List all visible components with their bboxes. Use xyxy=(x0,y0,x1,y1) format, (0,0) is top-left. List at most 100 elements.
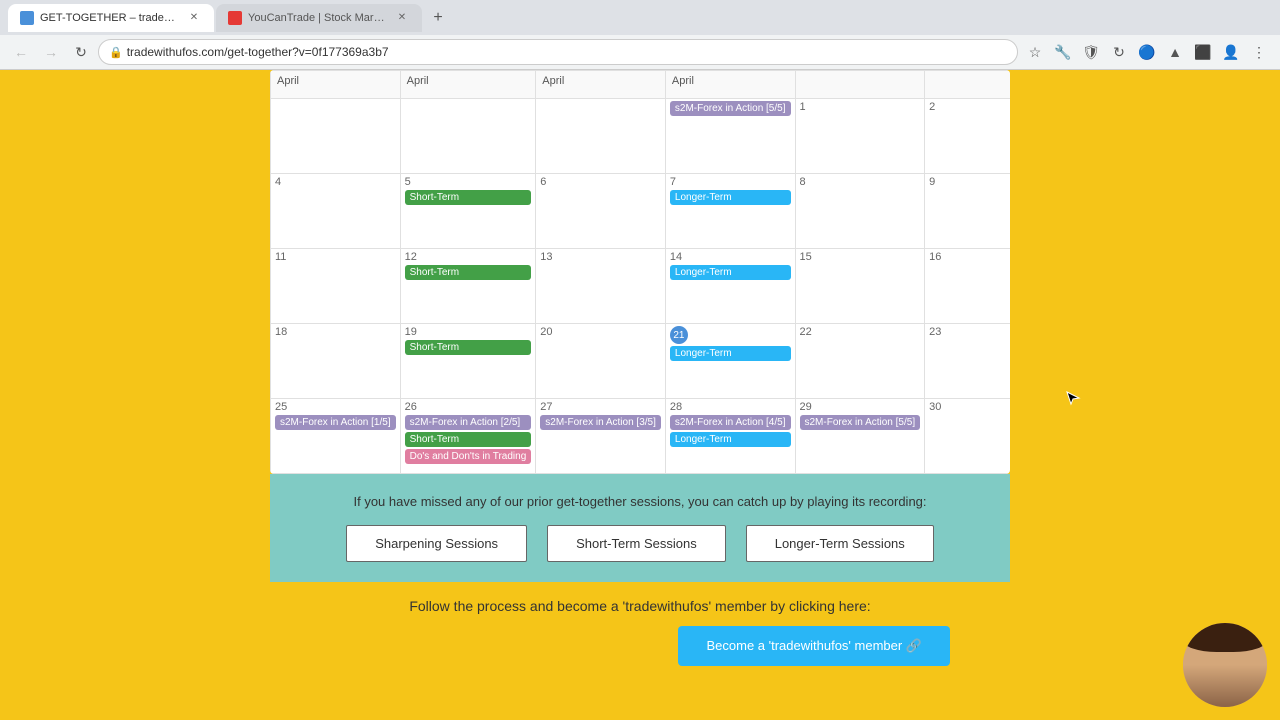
calendar-event-forex[interactable]: s2M-Forex in Action [3/5] xyxy=(540,415,661,430)
extension-icon-2[interactable]: 🛡 xyxy=(1078,39,1104,65)
calendar-cell-0-4: 1 xyxy=(795,99,925,174)
menu-icon[interactable]: ⋮ xyxy=(1246,39,1272,65)
extension-icon-5[interactable]: ▲ xyxy=(1162,39,1188,65)
calendar-cell-0-1 xyxy=(400,99,536,174)
day-number: 8 xyxy=(800,176,921,188)
day-number: 29 xyxy=(800,401,921,413)
avatar-face xyxy=(1183,623,1267,707)
calendar-week-4: 25 s2M-Forex in Action [1/5] 26 s2M-Forex i… xyxy=(271,399,1011,474)
short-term-sessions-button[interactable]: Short-Term Sessions xyxy=(547,525,726,562)
new-tab-button[interactable]: + xyxy=(424,4,452,32)
calendar-cell-3-0: 18 xyxy=(271,324,401,399)
calendar-week-1: 45Short-Term67Longer-Term8910Sharpening xyxy=(271,174,1011,249)
calendar-cell-2-1: 12 Short-Term xyxy=(400,249,536,324)
col-header-0: April xyxy=(271,71,401,99)
day-number: 21 xyxy=(670,326,688,344)
day-number: 11 xyxy=(275,251,396,263)
tab-inactive[interactable]: YouCanTrade | Stock Market Edu... ✕ xyxy=(216,4,422,32)
address-bar-row: ← → ↻ 🔒 tradewithufos.com/get-together?v… xyxy=(0,35,1280,69)
profile-icon[interactable]: 👤 xyxy=(1218,39,1244,65)
calendar-cell-4-2: 27 s2M-Forex in Action [3/5] xyxy=(536,399,666,474)
info-section: If you have missed any of our prior get-… xyxy=(270,474,1010,582)
day-number: 19 xyxy=(405,326,532,338)
calendar-cell-2-4: 15 xyxy=(795,249,925,324)
back-button[interactable]: ← xyxy=(8,39,34,65)
calendar-event-short-term[interactable]: Short-Term xyxy=(405,190,532,205)
calendar-cell-1-0: 4 xyxy=(271,174,401,249)
calendar-week-0: s2M-Forex in Action [5/5]123 xyxy=(271,99,1011,174)
url-text: tradewithufos.com/get-together?v=0f17736… xyxy=(127,45,389,59)
tab-close-1[interactable]: ✕ xyxy=(186,10,202,26)
day-number: 1 xyxy=(800,101,921,113)
col-header-2: April xyxy=(536,71,666,99)
address-bar[interactable]: 🔒 tradewithufos.com/get-together?v=0f177… xyxy=(98,39,1018,65)
day-number: 2 xyxy=(929,101,1010,113)
extension-icon-3[interactable]: ↻ xyxy=(1106,39,1132,65)
extension-icon-1[interactable]: 🔧 xyxy=(1050,39,1076,65)
calendar-event-dos-donts[interactable]: Do's and Don'ts in Trading xyxy=(405,449,532,464)
calendar-event-short-term[interactable]: Short-Term xyxy=(405,340,532,355)
follow-text: Follow the process and become a 'tradewi… xyxy=(310,598,970,614)
calendar-cell-1-4: 8 xyxy=(795,174,925,249)
calendar-cell-4-1: 26 s2M-Forex in Action [2/5] Short-Term Do'… xyxy=(400,399,536,474)
extension-icon-4[interactable]: 🔵 xyxy=(1134,39,1160,65)
ssl-lock-icon: 🔒 xyxy=(109,46,123,59)
calendar-event-forex[interactable]: s2M-Forex in Action [1/5] xyxy=(275,415,396,430)
calendar-cell-3-3: 21 Longer-Term xyxy=(665,324,795,399)
calendar-event-short-term[interactable]: Short-Term xyxy=(405,432,532,447)
calendar-body: s2M-Forex in Action [5/5] 1 23 45 Short-Term… xyxy=(271,99,1011,474)
day-number: 23 xyxy=(929,326,1010,338)
extension-icon-6[interactable]: ⬛ xyxy=(1190,39,1216,65)
calendar-cell-0-5: 2 xyxy=(925,99,1010,174)
calendar-event-longer-term[interactable]: Longer-Term xyxy=(670,265,791,280)
calendar-cell-1-2: 6 xyxy=(536,174,666,249)
reload-button[interactable]: ↻ xyxy=(68,39,94,65)
longer-term-sessions-button[interactable]: Longer-Term Sessions xyxy=(746,525,934,562)
calendar-week-2: 1112Short-Term1314Longer-Term151617 xyxy=(271,249,1011,324)
calendar-event-longer-term[interactable]: Longer-Term xyxy=(670,346,791,361)
become-member-button[interactable]: Become a 'tradewithufos' member 🔗 xyxy=(678,626,950,666)
day-number: 28 xyxy=(670,401,791,413)
col-header-1: April xyxy=(400,71,536,99)
calendar-event-longer-term[interactable]: Longer-Term xyxy=(670,432,791,447)
day-number: 12 xyxy=(405,251,532,263)
forward-button[interactable]: → xyxy=(38,39,64,65)
calendar-event-forex[interactable]: s2M-Forex in Action [5/5] xyxy=(800,415,921,430)
day-number: 5 xyxy=(405,176,532,188)
day-number: 14 xyxy=(670,251,791,263)
calendar-cell-0-3: s2M-Forex in Action [5/5] xyxy=(665,99,795,174)
day-number: 13 xyxy=(540,251,661,263)
day-number: 16 xyxy=(929,251,1010,263)
col-header-3: April xyxy=(665,71,795,99)
info-text: If you have missed any of our prior get-… xyxy=(310,494,970,509)
calendar-event-forex[interactable]: s2M-Forex in Action [4/5] xyxy=(670,415,791,430)
tab-close-2[interactable]: ✕ xyxy=(394,10,410,26)
calendar-cell-3-4: 22 xyxy=(795,324,925,399)
tab-active[interactable]: GET-TOGETHER – tradewithufos ✕ xyxy=(8,4,214,32)
bookmark-icon[interactable]: ☆ xyxy=(1022,39,1048,65)
calendar-cell-0-0 xyxy=(271,99,401,174)
day-number: 27 xyxy=(540,401,661,413)
calendar-event-forex[interactable]: s2M-Forex in Action [5/5] xyxy=(670,101,791,116)
calendar-cell-4-3: 28 s2M-Forex in Action [4/5] Longer-Term xyxy=(665,399,795,474)
tab-bar: GET-TOGETHER – tradewithufos ✕ YouCanTra… xyxy=(0,0,1280,35)
day-number: 15 xyxy=(800,251,921,263)
day-number: 26 xyxy=(405,401,532,413)
calendar-cell-4-4: 29 s2M-Forex in Action [5/5] xyxy=(795,399,925,474)
tab-favicon-1 xyxy=(20,11,34,25)
sharpening-sessions-button[interactable]: Sharpening Sessions xyxy=(346,525,527,562)
calendar-event-longer-term[interactable]: Longer-Term xyxy=(670,190,791,205)
calendar-cell-2-3: 14 Longer-Term xyxy=(665,249,795,324)
toolbar-icons: ☆ 🔧 🛡 ↻ 🔵 ▲ ⬛ 👤 ⋮ xyxy=(1022,39,1272,65)
day-number: 25 xyxy=(275,401,396,413)
calendar-event-forex[interactable]: s2M-Forex in Action [2/5] xyxy=(405,415,532,430)
browser-chrome: GET-TOGETHER – tradewithufos ✕ YouCanTra… xyxy=(0,0,1280,70)
calendar-cell-1-1: 5 Short-Term xyxy=(400,174,536,249)
day-number: 18 xyxy=(275,326,396,338)
calendar-event-short-term[interactable]: Short-Term xyxy=(405,265,532,280)
calendar-cell-3-2: 20 xyxy=(536,324,666,399)
day-number: 20 xyxy=(540,326,661,338)
calendar-wrapper: April April April April › s2M-Forex in A… xyxy=(270,70,1010,474)
day-number: 22 xyxy=(800,326,921,338)
session-buttons: Sharpening Sessions Short-Term Sessions … xyxy=(310,525,970,562)
